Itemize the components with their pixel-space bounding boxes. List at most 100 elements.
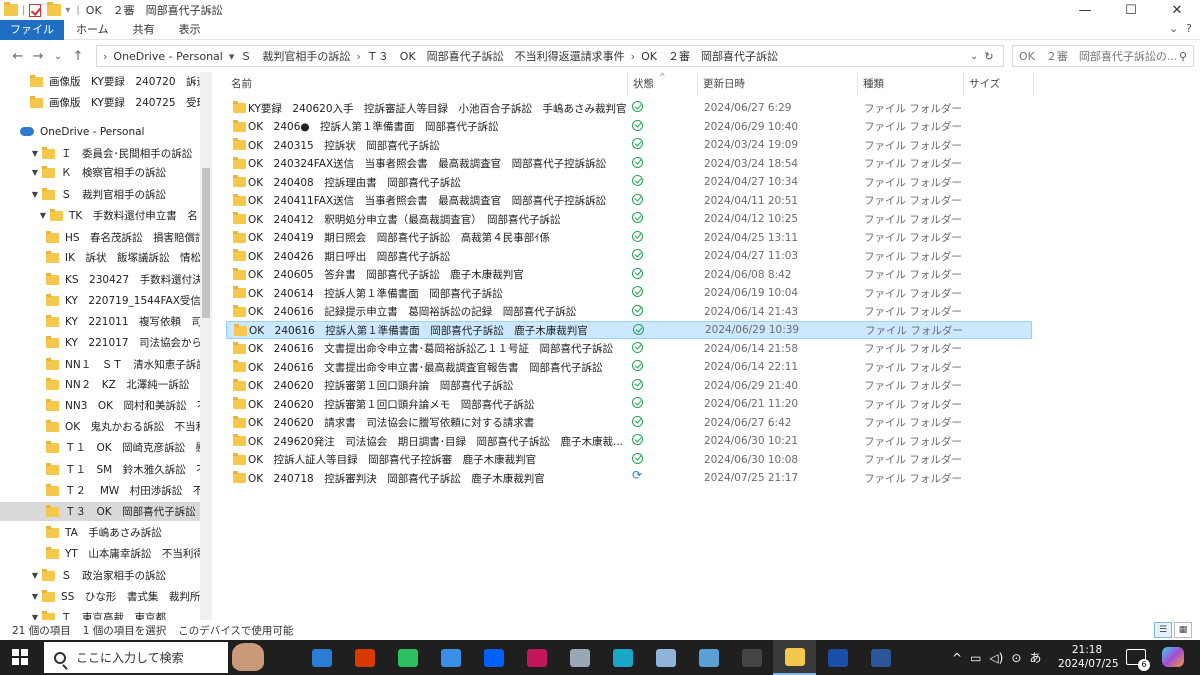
address-bar[interactable]: › OneDrive - Personal ▾ Ｓ 裁判官相手の訴訟 › Ｔ３ … (96, 45, 1004, 67)
sidebar-item[interactable]: OK 鬼丸かおる訴訟 不当利得 (0, 417, 212, 436)
sidebar-item[interactable]: Ｔ２ MW 村田渉訴訟 不当 (0, 481, 212, 500)
search-input[interactable]: OK ２審 岡部喜代子訴訟の... ⚲ (1012, 45, 1194, 67)
sidebar-item[interactable]: ▼ SS ひな形 書式集 裁判所 (0, 587, 200, 606)
sidebar-item[interactable]: TA 手嶋あさみ訴訟 (0, 523, 200, 542)
taskbar-app-explorer[interactable] (773, 640, 816, 675)
file-row[interactable]: OK 240616 控訴人第１準備書面 岡部喜代子訴訟 鹿子木康裁判官 2024/… (226, 321, 1032, 339)
expand-caret-icon[interactable]: ▼ (30, 592, 40, 601)
refresh-button[interactable]: ↻ (984, 50, 993, 63)
file-row[interactable]: OK 2406● 控訴人第１準備書面 岡部喜代子訴訟 2024/06/29 10:… (226, 118, 1032, 136)
file-row[interactable]: OK 240616 文書提出命令申立書･葛岡裕訴訟乙１１号証 岡部喜代子訴訟 20… (226, 340, 1032, 358)
file-row[interactable]: OK 240605 答弁書 岡部喜代子訴訟 鹿子木康裁判官 2024/06/08 … (226, 266, 1032, 284)
taskbar-app-mail[interactable] (300, 640, 343, 675)
chevron-right-icon[interactable]: › (354, 50, 362, 63)
sidebar-item[interactable]: KY 221011 複写依頼 司法 (0, 312, 212, 331)
chevron-up-icon[interactable]: ^ (952, 651, 962, 665)
expand-caret-icon[interactable]: ▼ (38, 211, 48, 220)
expand-caret-icon[interactable]: ▼ (30, 149, 40, 158)
sidebar-item[interactable]: 画像版 KY要録 240720 訴追 (0, 72, 207, 91)
sidebar-item[interactable]: OneDrive - Personal (0, 122, 200, 141)
breadcrumb-current[interactable]: OK ２審 岡部喜代子訴訟 (637, 48, 782, 64)
sidebar-scrollbar[interactable] (200, 72, 212, 620)
meet-icon[interactable]: ⊙ (1011, 651, 1021, 665)
file-row[interactable]: OK 240620 請求書 司法協会に謄写依頼に対する請求書 2024/06/27… (226, 414, 1032, 432)
taskbar-app-edge[interactable] (601, 640, 644, 675)
expand-caret-icon[interactable]: ▼ (30, 613, 40, 620)
chevron-down-icon[interactable]: ▾ (227, 50, 237, 63)
file-row[interactable]: OK 控訴人証人等目録 岡部喜代子控訴審 鹿子木康裁判官 2024/06/30 1… (226, 451, 1032, 469)
taskbar-app-bing[interactable] (429, 640, 472, 675)
chevron-right-icon[interactable]: › (629, 50, 637, 63)
sidebar-item[interactable]: KY 220719_1544FAX受信 司法 (0, 291, 212, 310)
tab-view[interactable]: 表示 (167, 20, 213, 40)
file-row[interactable]: OK 240324FAX送信 当事者照会書 最高裁調査官 岡部喜代子控訴訴訟 20… (226, 155, 1032, 173)
sidebar-item[interactable]: KS 230427 手数料還付決定 (0, 270, 212, 289)
file-row[interactable]: OK 240419 期日照会 岡部喜代子訴訟 高裁第４民事部ｲ係 2024/04/… (226, 229, 1032, 247)
breadcrumb-onedrive[interactable]: OneDrive - Personal (109, 50, 226, 63)
taskbar-search-box[interactable]: ここに入力して検索 (44, 642, 228, 673)
file-row[interactable]: OK 249620発注 司法協会 期日調書･目録 岡部喜代子訴訟 鹿子木康裁..… (226, 432, 1032, 450)
new-folder-icon[interactable] (47, 2, 62, 16)
recent-locations-button[interactable]: ⌄ (48, 51, 68, 62)
tab-share[interactable]: 共有 (121, 20, 167, 40)
sidebar-item[interactable]: 画像版 KY要録 240725 受理 (0, 93, 207, 112)
volume-icon[interactable]: ◁) (989, 651, 1003, 665)
taskbar-app-app-red[interactable] (515, 640, 558, 675)
sidebar-item[interactable]: NN3 OK 岡村和美訴訟 不当 (0, 396, 212, 415)
file-row[interactable]: OK 240315 控訴状 岡部喜代子訴訟 2024/03/24 19:09 ファイ… (226, 136, 1032, 154)
file-row[interactable]: OK 240620 控訴審第１回口頭弁論メモ 岡部喜代子訴訟 2024/06/21… (226, 395, 1032, 413)
address-dropdown-icon[interactable]: ⌄ (970, 51, 978, 62)
file-row[interactable]: OK 240616 文書提出命令申立書･最高裁調査官報告書 岡部喜代子訴訟 202… (226, 358, 1032, 376)
file-row[interactable]: OK 240616 記録提示申立書 葛岡裕訴訟の記録 岡部喜代子訴訟 2024/0… (226, 303, 1032, 321)
sidebar-item[interactable]: HS 春名茂訴訟 損害賠償請求 (0, 228, 212, 247)
breadcrumb-t3[interactable]: Ｔ３ OK 岡部喜代子訴訟 不当利得返還請求事件 (363, 48, 629, 64)
file-row[interactable]: OK 240412 釈明処分申立書（最高裁調査官） 岡部喜代子訴訟 2024/04… (226, 210, 1032, 228)
properties-icon[interactable] (29, 3, 42, 17)
column-header-type[interactable]: 種類 (858, 72, 964, 96)
sidebar-item[interactable]: ▼ Ｋ 検察官相手の訴訟 (0, 163, 200, 182)
column-header-size[interactable]: サイズ (964, 72, 1034, 96)
close-button[interactable]: ✕ (1154, 0, 1200, 20)
up-button[interactable]: ↑ (68, 49, 88, 64)
help-icon[interactable]: ? (1186, 22, 1192, 35)
maximize-button[interactable]: ☐ (1108, 0, 1154, 20)
taskbar-app-app-blue[interactable] (816, 640, 859, 675)
breadcrumb-judges[interactable]: Ｓ 裁判官相手の訴訟 (236, 48, 354, 64)
taskbar-app-app-disc[interactable] (558, 640, 601, 675)
forward-button[interactable]: → (28, 49, 48, 64)
sidebar-item[interactable]: NN１ ＳＴ 清水知恵子訴訟 (0, 355, 207, 374)
taskbar-app-paint[interactable] (687, 640, 730, 675)
sidebar-item[interactable]: KY 221017 司法協会から 請 (0, 333, 212, 352)
column-header-modified[interactable]: 更新日時 (698, 72, 858, 96)
sidebar-item[interactable]: ▼ Ｓ 政治家相手の訴訟 (0, 566, 200, 585)
expand-caret-icon[interactable]: ▼ (30, 168, 40, 177)
taskbar-app-office[interactable] (343, 640, 386, 675)
expand-ribbon-icon[interactable]: ⌄ (1169, 22, 1178, 35)
column-header-name[interactable]: 名前 (226, 72, 628, 96)
sidebar-item[interactable]: YT 山本庸幸訴訟 不当利得 (0, 544, 204, 563)
taskbar-app-app-dark[interactable] (730, 640, 773, 675)
sidebar-item[interactable]: Ｔ１ SM 鈴木雅久訴訟 不当 (0, 460, 212, 479)
sidebar-item[interactable]: IK 訴状 飯塚議訴訟 情松種 (0, 248, 211, 267)
details-view-button[interactable]: ☰ (1154, 622, 1172, 638)
sidebar-item[interactable]: ▼ TK 手数料還付申立書 名 (0, 206, 200, 225)
sidebar-item[interactable]: NN２ KZ 北澤純一訴訟 不 (0, 375, 210, 394)
sidebar-item[interactable]: Ｔ３ OK 岡部喜代子訴訟 不 (0, 502, 212, 521)
file-row[interactable]: OK 240426 期日呼出 岡部喜代子訴訟 2024/04/27 11:03 ファ… (226, 247, 1032, 265)
sidebar-item[interactable]: ▼ Ｉ 委員会･民間相手の訴訟 (0, 144, 200, 163)
back-button[interactable]: ← (8, 49, 28, 64)
expand-caret-icon[interactable]: ▼ (30, 571, 40, 580)
sidebar-item[interactable]: ▼ Ｔ 東京高裁 東京都 (0, 608, 200, 620)
taskbar-app-notebook[interactable] (644, 640, 687, 675)
taskbar-app-word[interactable] (859, 640, 902, 675)
scrollbar-thumb[interactable] (202, 168, 210, 318)
search-highlight-icon[interactable] (232, 643, 264, 671)
taskbar-app-dropbox[interactable] (472, 640, 515, 675)
minimize-button[interactable]: — (1062, 0, 1108, 20)
large-icons-view-button[interactable]: ▦ (1174, 622, 1192, 638)
file-row[interactable]: OK 240614 控訴人第１準備書面 岡部喜代子訴訟 2024/06/19 10… (226, 284, 1032, 302)
copilot-icon[interactable] (1162, 647, 1184, 667)
file-row[interactable]: OK 240718 控訴審判決 岡部喜代子訴訟 鹿子木康裁判官 ⟳ 2024/07/… (226, 469, 1032, 487)
tab-home[interactable]: ホーム (64, 20, 121, 40)
expand-caret-icon[interactable]: ▼ (30, 190, 40, 199)
